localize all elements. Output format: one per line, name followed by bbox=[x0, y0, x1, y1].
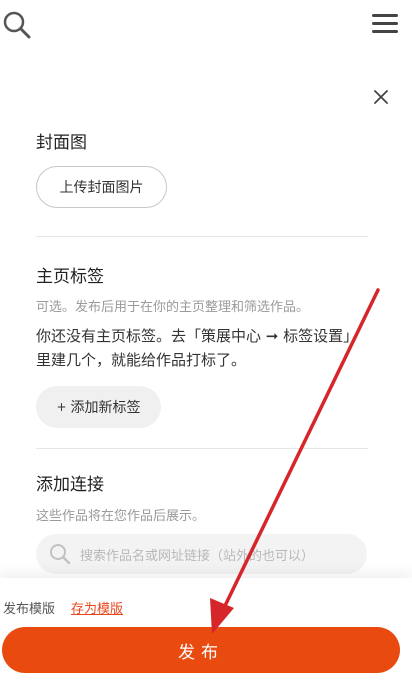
search-icon bbox=[50, 544, 71, 565]
tags-section-title: 主页标签 bbox=[36, 267, 104, 287]
links-hint: 这些作品将在您作品后展示。 bbox=[36, 509, 206, 524]
close-icon[interactable] bbox=[370, 86, 392, 108]
tags-empty-text: 你还没有主页标签。去「策展中心 ➞ 标签设置」里建几个，就能给作品打标了。 bbox=[36, 327, 359, 369]
add-tag-button[interactable]: + 添加新标签 bbox=[36, 386, 161, 428]
cover-section-title: 封面图 bbox=[36, 133, 87, 153]
tags-hint: 可选。发布后用于在你的主页整理和筛选作品。 bbox=[36, 300, 310, 315]
upload-cover-button[interactable]: 上传封面图片 bbox=[36, 166, 167, 208]
add-tag-label: 添加新标签 bbox=[70, 400, 141, 416]
footer-bar: 发布模版 存为模版 发布 bbox=[0, 578, 412, 685]
menu-icon[interactable] bbox=[372, 14, 398, 36]
search-icon[interactable] bbox=[2, 10, 32, 40]
publish-template-label[interactable]: 发布模版 bbox=[3, 598, 55, 617]
top-bar bbox=[0, 0, 412, 52]
link-search-input[interactable]: 搜索作品名或网址链接（站外的也可以） bbox=[36, 534, 367, 574]
divider bbox=[36, 448, 368, 449]
plus-icon: + bbox=[56, 400, 67, 414]
publish-button[interactable]: 发布 bbox=[2, 627, 400, 673]
search-placeholder: 搜索作品名或网址链接（站外的也可以） bbox=[80, 548, 315, 564]
links-section-title: 添加连接 bbox=[36, 475, 104, 495]
divider bbox=[36, 236, 368, 237]
save-template-link[interactable]: 存为模版 bbox=[71, 598, 123, 617]
